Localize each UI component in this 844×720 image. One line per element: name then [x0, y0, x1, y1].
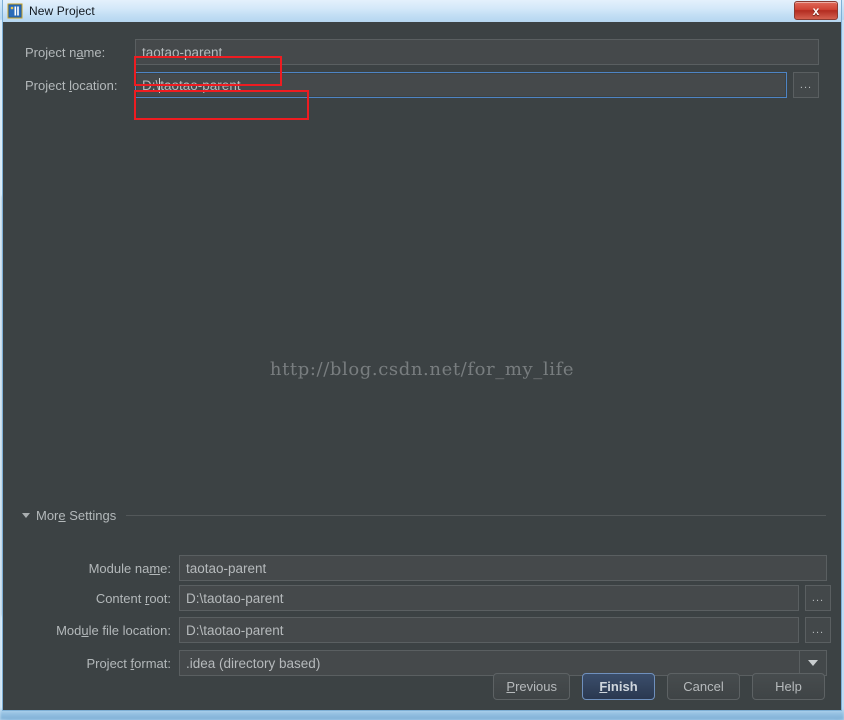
- project-format-label: Project format:: [86, 655, 171, 671]
- project-location-value-before-caret: D:\: [142, 77, 160, 93]
- new-project-dialog: New Project x Project name: taotao-paren…: [2, 0, 842, 711]
- finish-button[interactable]: Finish: [582, 673, 655, 700]
- chevron-down-icon: [22, 513, 30, 518]
- project-location-row: Project location: D:\ taotao-parent ...: [25, 72, 819, 98]
- dialog-button-bar: Previous Finish Cancel Help: [493, 673, 825, 700]
- project-location-value-after-caret: taotao-parent: [160, 77, 241, 93]
- module-name-value: taotao-parent: [186, 560, 267, 576]
- content-root-value: D:\taotao-parent: [186, 590, 284, 606]
- project-name-row: Project name: taotao-parent: [25, 39, 819, 65]
- content-root-browse-button[interactable]: ...: [805, 585, 831, 611]
- module-file-location-value: D:\taotao-parent: [186, 622, 284, 638]
- module-file-location-row: Module file location: D:\taotao-parent .…: [39, 617, 831, 643]
- more-settings-separator: [126, 515, 826, 516]
- dialog-client-area: Project name: taotao-parent Project loca…: [3, 22, 841, 710]
- chevron-down-icon: [808, 660, 818, 666]
- dialog-titlebar[interactable]: New Project x: [3, 0, 841, 22]
- watermark-text: http://blog.csdn.net/for_my_life: [269, 359, 575, 380]
- project-name-value: taotao-parent: [142, 44, 223, 60]
- close-icon[interactable]: x: [794, 1, 838, 20]
- project-location-label: Project location:: [25, 77, 118, 93]
- intellij-idea-icon: [7, 3, 23, 19]
- previous-button[interactable]: Previous: [493, 673, 570, 700]
- content-root-row: Content root: D:\taotao-parent ...: [39, 585, 831, 611]
- help-button[interactable]: Help: [752, 673, 825, 700]
- more-settings-toggle[interactable]: More Settings: [22, 508, 826, 523]
- project-location-browse-button[interactable]: ...: [793, 72, 819, 98]
- dialog-title: New Project: [29, 4, 95, 18]
- project-name-label: Project name:: [25, 44, 106, 60]
- project-format-value: .idea (directory based): [186, 655, 321, 671]
- module-name-input[interactable]: taotao-parent: [179, 555, 827, 581]
- module-name-row: Module name: taotao-parent: [39, 555, 827, 581]
- project-name-input[interactable]: taotao-parent: [135, 39, 819, 65]
- module-file-location-input[interactable]: D:\taotao-parent: [179, 617, 799, 643]
- content-root-input[interactable]: D:\taotao-parent: [179, 585, 799, 611]
- content-root-label: Content root:: [95, 590, 171, 606]
- cancel-button[interactable]: Cancel: [667, 673, 740, 700]
- module-file-location-browse-button[interactable]: ...: [805, 617, 831, 643]
- more-settings-label: More Settings: [36, 508, 117, 523]
- project-location-input[interactable]: D:\ taotao-parent: [135, 72, 787, 98]
- module-file-location-label: Module file location:: [56, 622, 171, 638]
- module-name-label: Module name:: [88, 560, 171, 576]
